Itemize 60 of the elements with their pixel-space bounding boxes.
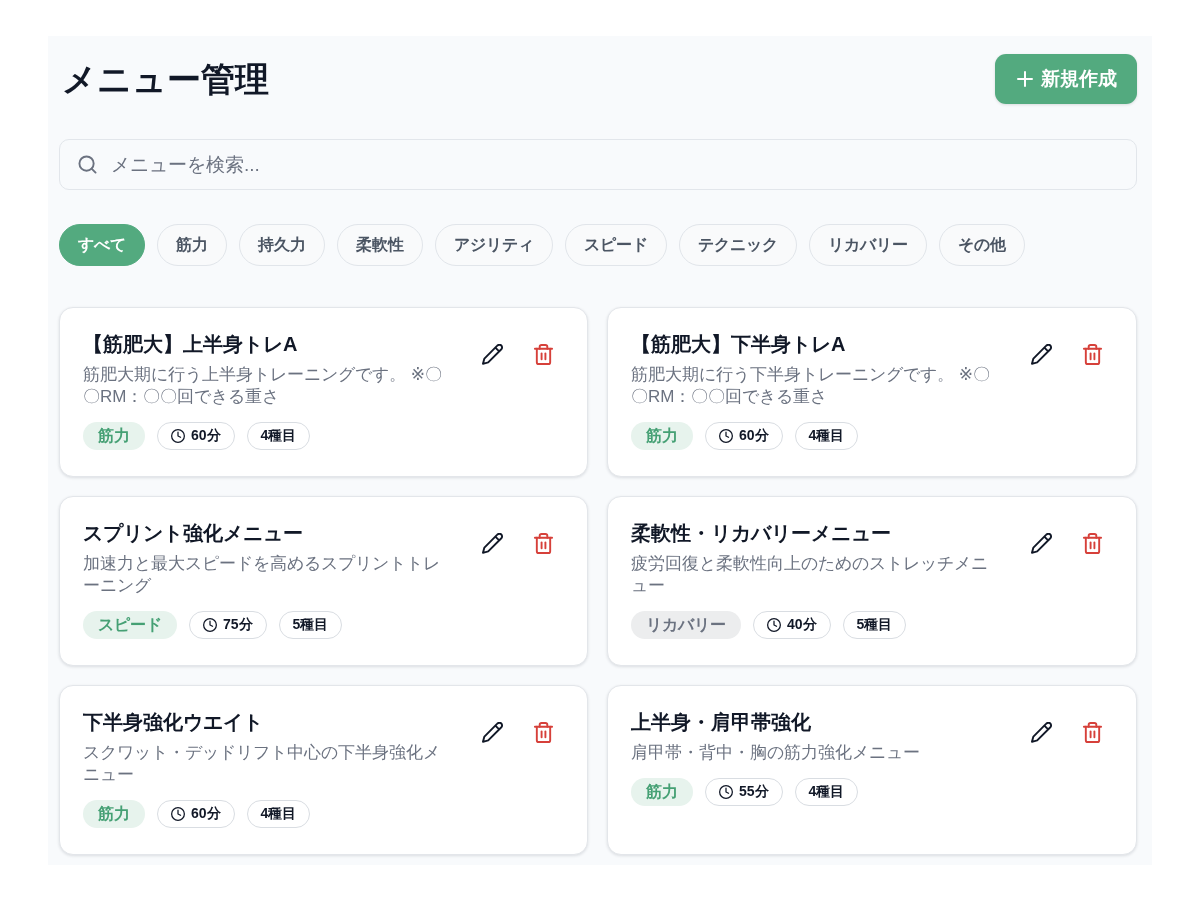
category-tag: 筋力 — [83, 422, 145, 450]
exercise-count-tag: 5種目 — [842, 611, 907, 639]
category-tag: スピード — [83, 611, 177, 639]
filter-tab[interactable]: リカバリー — [809, 224, 927, 266]
page-title: メニュー管理 — [62, 59, 269, 99]
menu-description: 疲労回復と柔軟性向上のためのストレッチメニュー — [631, 553, 989, 597]
category-tag: 筋力 — [631, 422, 693, 450]
pencil-icon — [1030, 343, 1052, 365]
duration-text: 55分 — [739, 783, 769, 801]
duration-text: 60分 — [191, 805, 221, 823]
pencil-icon — [481, 343, 503, 365]
menu-title: スプリント強化メニュー — [83, 521, 304, 546]
menu-description: スクワット・デッドリフト中心の下半身強化メニュー — [83, 742, 441, 786]
menu-description: 筋肥大期に行う下半身トレーニングです。 ※〇〇RM：〇〇回できる重さ — [631, 364, 991, 408]
pencil-icon — [1030, 721, 1052, 743]
menu-title: 【筋肥大】下半身トレA — [631, 332, 847, 357]
trash-icon — [1081, 532, 1103, 554]
search-field[interactable]: メニューを検索... — [59, 139, 1137, 190]
category-tag: 筋力 — [83, 800, 145, 828]
filter-tab[interactable]: アジリティ — [435, 224, 553, 266]
exercise-count-tag: 4種目 — [794, 778, 859, 806]
pencil-icon — [481, 532, 503, 554]
duration-text: 75分 — [223, 616, 253, 634]
pencil-icon — [1030, 532, 1052, 554]
exercise-count-tag: 4種目 — [794, 422, 859, 450]
trash-icon — [532, 343, 554, 365]
trash-icon — [1081, 343, 1103, 365]
duration-text: 40分 — [787, 616, 817, 634]
clock-icon — [767, 618, 781, 632]
search-icon — [78, 155, 97, 174]
category-tag: 筋力 — [631, 778, 693, 806]
menu-description: 加速力と最大スピードを高めるスプリントトレーニング — [83, 553, 441, 597]
clock-icon — [171, 807, 185, 821]
trash-icon — [532, 721, 554, 743]
trash-icon — [532, 532, 554, 554]
menu-title: 【筋肥大】上半身トレA — [83, 332, 299, 357]
filter-tab[interactable]: スピード — [565, 224, 667, 266]
duration-text: 60分 — [739, 427, 769, 445]
clock-icon — [719, 429, 733, 443]
clock-icon — [719, 785, 733, 799]
filter-tab[interactable]: 持久力 — [239, 224, 325, 266]
clock-icon — [203, 618, 217, 632]
exercise-count-tag: 5種目 — [278, 611, 343, 639]
menu-title: 下半身強化ウエイト — [83, 710, 264, 735]
filter-tab[interactable]: 筋力 — [157, 224, 227, 266]
menu-description: 筋肥大期に行う上半身トレーニングです。 ※〇〇RM：〇〇回できる重さ — [83, 364, 443, 408]
plus-icon — [1017, 71, 1033, 87]
menu-title: 上半身・肩甲帯強化 — [631, 710, 812, 735]
filter-tab[interactable]: その他 — [939, 224, 1025, 266]
exercise-count-tag: 4種目 — [246, 422, 311, 450]
filter-tab[interactable]: テクニック — [679, 224, 797, 266]
filter-tab[interactable]: 柔軟性 — [337, 224, 423, 266]
clock-icon — [171, 429, 185, 443]
duration-text: 60分 — [191, 427, 221, 445]
menu-title: 柔軟性・リカバリーメニュー — [631, 521, 892, 546]
pencil-icon — [481, 721, 503, 743]
menu-description: 肩甲帯・背中・胸の筋力強化メニュー — [631, 742, 921, 764]
trash-icon — [1081, 721, 1103, 743]
category-tag: リカバリー — [631, 611, 741, 639]
exercise-count-tag: 4種目 — [246, 800, 311, 828]
